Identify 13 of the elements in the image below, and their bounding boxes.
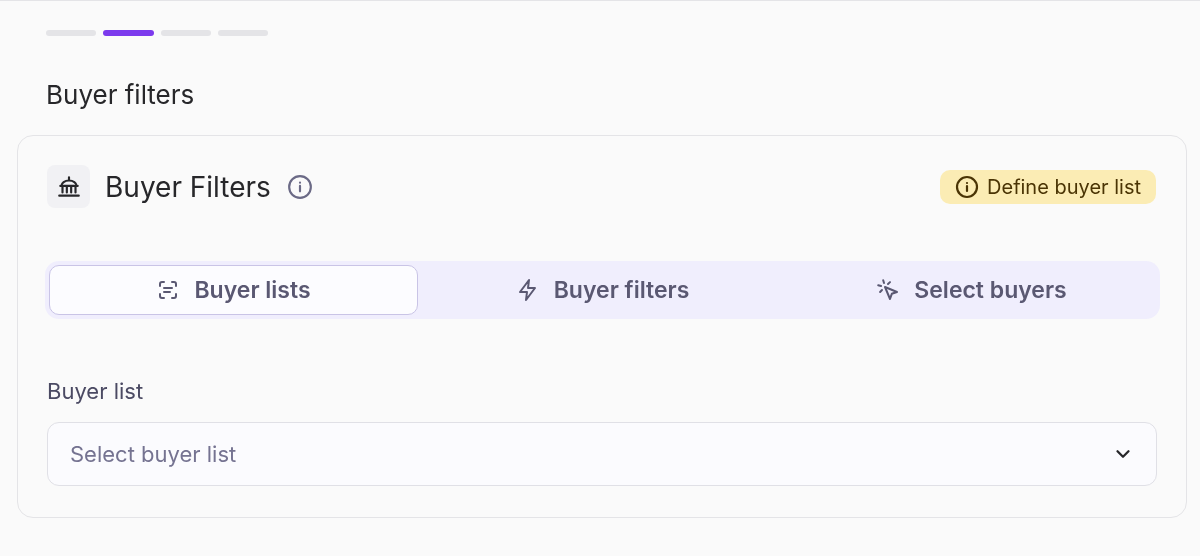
- tab[interactable]: Select buyers: [787, 265, 1156, 315]
- select-field[interactable]: Select buyer list: [47, 422, 1157, 486]
- badge-text: Define buyer list: [987, 173, 1141, 201]
- placeholder-text: Select buyer list: [70, 439, 237, 469]
- field-label: Buyer list: [47, 377, 145, 405]
- info-icon: [286, 173, 313, 200]
- info-icon: [955, 174, 980, 199]
- bank-icon: [47, 165, 90, 208]
- tab[interactable]: Buyer lists: [49, 265, 418, 315]
- tab[interactable]: Buyer filters: [418, 265, 787, 315]
- pointer-click-icon: [876, 278, 901, 302]
- card-title: Buyer Filters: [105, 168, 271, 205]
- page-title: Buyer filters: [46, 78, 196, 112]
